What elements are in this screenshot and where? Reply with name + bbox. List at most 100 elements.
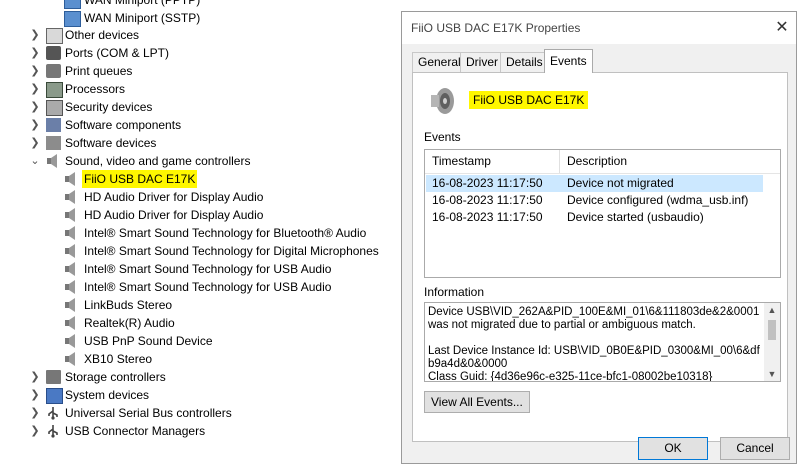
other-devices-icon bbox=[46, 28, 63, 44]
speaker-icon bbox=[65, 262, 75, 276]
dialog-titlebar[interactable]: FiiO USB DAC E17K Properties ✕ bbox=[402, 12, 796, 44]
cancel-button[interactable]: Cancel bbox=[720, 437, 790, 460]
tree-category-software-components[interactable]: ❯ Software components bbox=[0, 116, 400, 134]
device-tree: WAN Miniport (PPTP) WAN Miniport (SSTP) … bbox=[0, 0, 402, 464]
speaker-icon bbox=[47, 154, 57, 168]
tree-category-security-devices[interactable]: ❯ Security devices bbox=[0, 98, 400, 116]
tree-category-label: Processors bbox=[65, 82, 126, 96]
tree-category-label: Storage controllers bbox=[65, 370, 166, 384]
device-name: FiiO USB DAC E17K bbox=[469, 91, 589, 109]
tree-category-print-queues[interactable]: ❯ Print queues bbox=[0, 62, 400, 80]
view-all-events-button[interactable]: View All Events... bbox=[424, 391, 530, 413]
software-component-icon bbox=[46, 118, 61, 132]
tree-item[interactable]: Intel® Smart Sound Technology for Blueto… bbox=[0, 224, 400, 242]
tree-item-label: XB10 Stereo bbox=[84, 352, 153, 366]
tree-item-fiio-usb-dac[interactable]: FiiO USB DAC E17K bbox=[0, 170, 400, 188]
tree-category-system-devices[interactable]: ❯ System devices bbox=[0, 386, 400, 404]
tree-item[interactable]: WAN Miniport (PPTP) bbox=[0, 0, 400, 9]
tree-category-usb-controllers[interactable]: ❯ Universal Serial Bus controllers bbox=[0, 404, 400, 422]
column-header-description[interactable]: Description bbox=[559, 150, 767, 173]
tree-category-label: Other devices bbox=[65, 28, 140, 42]
scroll-down-icon[interactable]: ▼ bbox=[764, 367, 780, 381]
ok-button[interactable]: OK bbox=[638, 437, 708, 460]
security-device-icon bbox=[46, 100, 63, 116]
tree-item[interactable]: Realtek(R) Audio bbox=[0, 314, 400, 332]
tree-item-label: USB PnP Sound Device bbox=[84, 334, 213, 348]
tree-category-ports[interactable]: ❯ Ports (COM & LPT) bbox=[0, 44, 400, 62]
tree-category-usb-connector-managers[interactable]: ❯ USB Connector Managers bbox=[0, 422, 400, 440]
tree-category-label: Sound, video and game controllers bbox=[65, 154, 251, 168]
tree-item-label: Intel® Smart Sound Technology for USB Au… bbox=[84, 280, 332, 294]
information-section-label: Information bbox=[424, 285, 485, 299]
tree-category-label: USB Connector Managers bbox=[65, 424, 206, 438]
tree-item[interactable]: HD Audio Driver for Display Audio bbox=[0, 206, 400, 224]
table-row[interactable]: 16-08-2023 11:17:50 Device started (usba… bbox=[426, 209, 763, 226]
tree-item-label: Intel® Smart Sound Technology for Digita… bbox=[84, 244, 379, 258]
tree-category-sound[interactable]: ⌄ Sound, video and game controllers bbox=[0, 152, 400, 170]
speaker-icon bbox=[65, 190, 75, 204]
close-icon[interactable]: ✕ bbox=[772, 18, 792, 38]
tree-category-label: Software components bbox=[65, 118, 182, 132]
information-scrollbar[interactable]: ▲ ▼ bbox=[764, 303, 780, 381]
tree-category-label: Security devices bbox=[65, 100, 153, 114]
properties-dialog: FiiO USB DAC E17K Properties ✕ General D… bbox=[401, 11, 797, 464]
chevron-down-icon[interactable]: ⌄ bbox=[28, 152, 42, 170]
speaker-icon bbox=[65, 208, 75, 222]
dialog-title: FiiO USB DAC E17K Properties bbox=[411, 21, 581, 35]
tree-item-label: LinkBuds Stereo bbox=[84, 298, 173, 312]
software-device-icon bbox=[46, 136, 61, 150]
chevron-right-icon[interactable]: ❯ bbox=[28, 44, 42, 62]
events-table: Timestamp Description 16-08-2023 11:17:5… bbox=[424, 149, 781, 278]
information-text: Device USB\VID_262A&PID_100E&MI_01\6&111… bbox=[428, 306, 760, 382]
chevron-right-icon[interactable]: ❯ bbox=[28, 368, 42, 386]
tab-driver[interactable]: Driver bbox=[460, 52, 504, 73]
tree-item-label: WAN Miniport (PPTP) bbox=[84, 0, 201, 7]
chevron-right-icon[interactable]: ❯ bbox=[28, 26, 42, 44]
scrollbar-thumb[interactable] bbox=[768, 320, 776, 340]
column-header-timestamp[interactable]: Timestamp bbox=[425, 150, 559, 173]
usb-icon bbox=[48, 407, 58, 420]
network-adapter-icon bbox=[64, 11, 81, 27]
chevron-right-icon[interactable]: ❯ bbox=[28, 98, 42, 116]
scroll-up-icon[interactable]: ▲ bbox=[764, 303, 780, 317]
chevron-right-icon[interactable]: ❯ bbox=[28, 62, 42, 80]
tree-category-software-devices[interactable]: ❯ Software devices bbox=[0, 134, 400, 152]
tree-item[interactable]: Intel® Smart Sound Technology for Digita… bbox=[0, 242, 400, 260]
tree-item[interactable]: LinkBuds Stereo bbox=[0, 296, 400, 314]
tab-general[interactable]: General bbox=[412, 52, 467, 73]
tab-details[interactable]: Details bbox=[500, 52, 549, 73]
event-description: Device not migrated bbox=[567, 176, 674, 190]
event-description: Device started (usbaudio) bbox=[567, 210, 704, 224]
chevron-right-icon[interactable]: ❯ bbox=[28, 116, 42, 134]
chevron-right-icon[interactable]: ❯ bbox=[28, 422, 42, 440]
chevron-right-icon[interactable]: ❯ bbox=[28, 134, 42, 152]
tree-item[interactable]: HD Audio Driver for Display Audio bbox=[0, 188, 400, 206]
table-row[interactable]: 16-08-2023 11:17:50 Device not migrated bbox=[426, 175, 763, 192]
speaker-icon bbox=[65, 172, 75, 186]
information-textbox[interactable]: Device USB\VID_262A&PID_100E&MI_01\6&111… bbox=[424, 302, 781, 382]
tree-category-label: System devices bbox=[65, 388, 150, 402]
tree-item-label: Intel® Smart Sound Technology for Blueto… bbox=[84, 226, 367, 240]
tree-category-label: Print queues bbox=[65, 64, 133, 78]
tree-item[interactable]: Intel® Smart Sound Technology for USB Au… bbox=[0, 260, 400, 278]
table-row[interactable]: 16-08-2023 11:17:50 Device configured (w… bbox=[426, 192, 763, 209]
tree-item-label: Intel® Smart Sound Technology for USB Au… bbox=[84, 262, 332, 276]
system-device-icon bbox=[46, 388, 63, 404]
tree-item[interactable]: WAN Miniport (SSTP) bbox=[0, 9, 400, 27]
tree-item[interactable]: XB10 Stereo bbox=[0, 350, 400, 368]
tree-item-label: WAN Miniport (SSTP) bbox=[84, 11, 201, 25]
chevron-right-icon[interactable]: ❯ bbox=[28, 80, 42, 98]
chevron-right-icon[interactable]: ❯ bbox=[28, 404, 42, 422]
tree-category-processors[interactable]: ❯ Processors bbox=[0, 80, 400, 98]
tree-item[interactable]: Intel® Smart Sound Technology for USB Au… bbox=[0, 278, 400, 296]
speaker-icon bbox=[65, 226, 75, 240]
tree-item[interactable]: USB PnP Sound Device bbox=[0, 332, 400, 350]
event-timestamp: 16-08-2023 11:17:50 bbox=[432, 210, 543, 224]
tree-category-storage-controllers[interactable]: ❯ Storage controllers bbox=[0, 368, 400, 386]
chevron-right-icon[interactable]: ❯ bbox=[28, 386, 42, 404]
event-timestamp: 16-08-2023 11:17:50 bbox=[432, 176, 543, 190]
events-tab-panel: FiiO USB DAC E17K Events Timestamp Descr… bbox=[412, 72, 788, 442]
tab-events[interactable]: Events bbox=[544, 49, 593, 73]
storage-controller-icon bbox=[46, 370, 61, 384]
tree-category-other-devices[interactable]: ❯ Other devices bbox=[0, 26, 400, 44]
